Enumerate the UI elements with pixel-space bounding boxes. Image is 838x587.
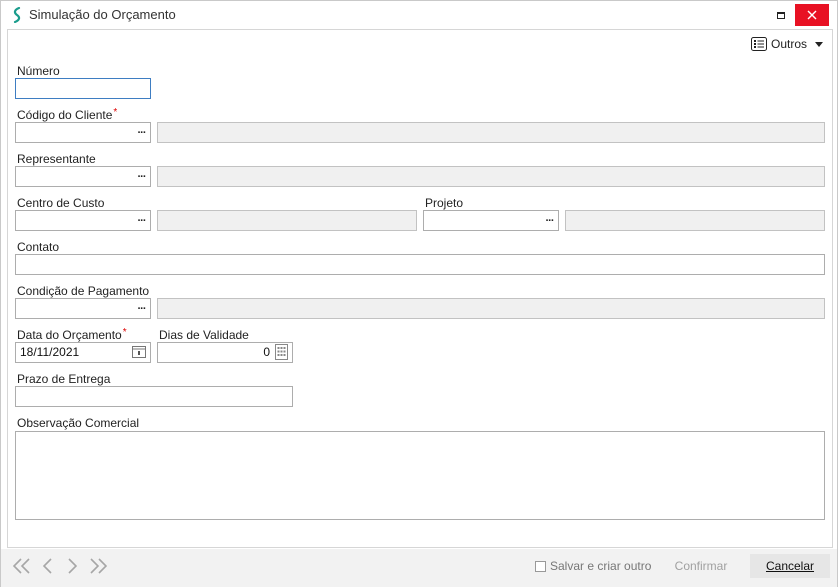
data-orcamento-label: Data do Orçamento* bbox=[17, 327, 127, 342]
double-chevron-left-icon bbox=[13, 558, 30, 574]
dialog-window: Simulação do Orçamento Outros Número Cód… bbox=[0, 0, 838, 587]
prazo-entrega-input[interactable] bbox=[15, 386, 293, 407]
centro-custo-input[interactable] bbox=[15, 210, 151, 231]
dias-validade-label: Dias de Validade bbox=[159, 328, 249, 342]
condicao-pagamento-label: Condição de Pagamento bbox=[17, 284, 150, 298]
maximize-button[interactable] bbox=[767, 1, 795, 29]
projeto-lookup-button[interactable]: ··· bbox=[541, 211, 558, 230]
projeto-description bbox=[565, 210, 825, 231]
representante-lookup-button[interactable]: ··· bbox=[133, 167, 150, 186]
data-orcamento-label-text: Data do Orçamento bbox=[17, 328, 122, 342]
representante-description bbox=[157, 166, 825, 187]
centro-custo-label: Centro de Custo bbox=[17, 196, 105, 210]
chevron-down-icon bbox=[815, 41, 824, 47]
save-and-new-checkbox[interactable] bbox=[535, 560, 546, 572]
projeto-input[interactable] bbox=[423, 210, 559, 231]
codigo-cliente-lookup-button[interactable]: ··· bbox=[133, 123, 150, 142]
observacao-textarea[interactable] bbox=[15, 431, 825, 520]
condicao-pagamento-input[interactable] bbox=[15, 298, 151, 319]
chevron-left-icon bbox=[43, 558, 52, 574]
close-button[interactable] bbox=[795, 4, 829, 26]
numero-input[interactable] bbox=[15, 78, 151, 99]
dias-validade-input[interactable]: 0 bbox=[157, 342, 293, 363]
double-chevron-right-icon bbox=[90, 558, 107, 574]
codigo-cliente-description bbox=[157, 122, 825, 143]
data-orcamento-input[interactable]: 18/11/2021 bbox=[15, 342, 151, 363]
prazo-entrega-label: Prazo de Entrega bbox=[17, 372, 111, 386]
chevron-right-icon bbox=[68, 558, 77, 574]
calendar-icon[interactable] bbox=[132, 345, 146, 358]
centro-custo-description bbox=[157, 210, 417, 231]
app-logo-icon bbox=[13, 7, 21, 23]
observacao-label: Observação Comercial bbox=[17, 416, 140, 430]
first-record-button[interactable] bbox=[11, 557, 33, 575]
maximize-icon bbox=[777, 11, 785, 19]
contato-input[interactable] bbox=[15, 254, 825, 275]
save-and-new-label: Salvar e criar outro bbox=[550, 559, 652, 573]
contato-label: Contato bbox=[17, 240, 60, 254]
close-icon bbox=[807, 10, 817, 20]
cancel-button[interactable]: Cancelar bbox=[750, 554, 830, 578]
title-bar: Simulação do Orçamento bbox=[1, 1, 837, 29]
calculator-icon[interactable] bbox=[275, 344, 288, 360]
list-icon bbox=[751, 37, 767, 51]
next-record-button[interactable] bbox=[61, 557, 83, 575]
last-record-button[interactable] bbox=[87, 557, 109, 575]
others-label: Outros bbox=[771, 37, 808, 51]
required-mark: * bbox=[113, 107, 118, 118]
codigo-cliente-label: Código do Cliente* bbox=[17, 107, 118, 122]
window-title: Simulação do Orçamento bbox=[29, 7, 176, 22]
others-menu-button[interactable]: Outros bbox=[751, 35, 824, 53]
centro-custo-lookup-button[interactable]: ··· bbox=[133, 211, 150, 230]
numero-label: Número bbox=[17, 64, 60, 78]
projeto-label: Projeto bbox=[425, 196, 464, 210]
codigo-cliente-input[interactable] bbox=[15, 122, 151, 143]
condicao-pagamento-lookup-button[interactable]: ··· bbox=[133, 299, 150, 318]
previous-record-button[interactable] bbox=[37, 557, 59, 575]
representante-label: Representante bbox=[17, 152, 96, 166]
codigo-cliente-label-text: Código do Cliente bbox=[17, 108, 113, 122]
required-mark: * bbox=[122, 327, 127, 338]
save-and-new-option[interactable]: Salvar e criar outro bbox=[535, 559, 651, 573]
confirm-button[interactable]: Confirmar bbox=[661, 554, 741, 578]
representante-input[interactable] bbox=[15, 166, 151, 187]
condicao-pagamento-description bbox=[157, 298, 825, 319]
